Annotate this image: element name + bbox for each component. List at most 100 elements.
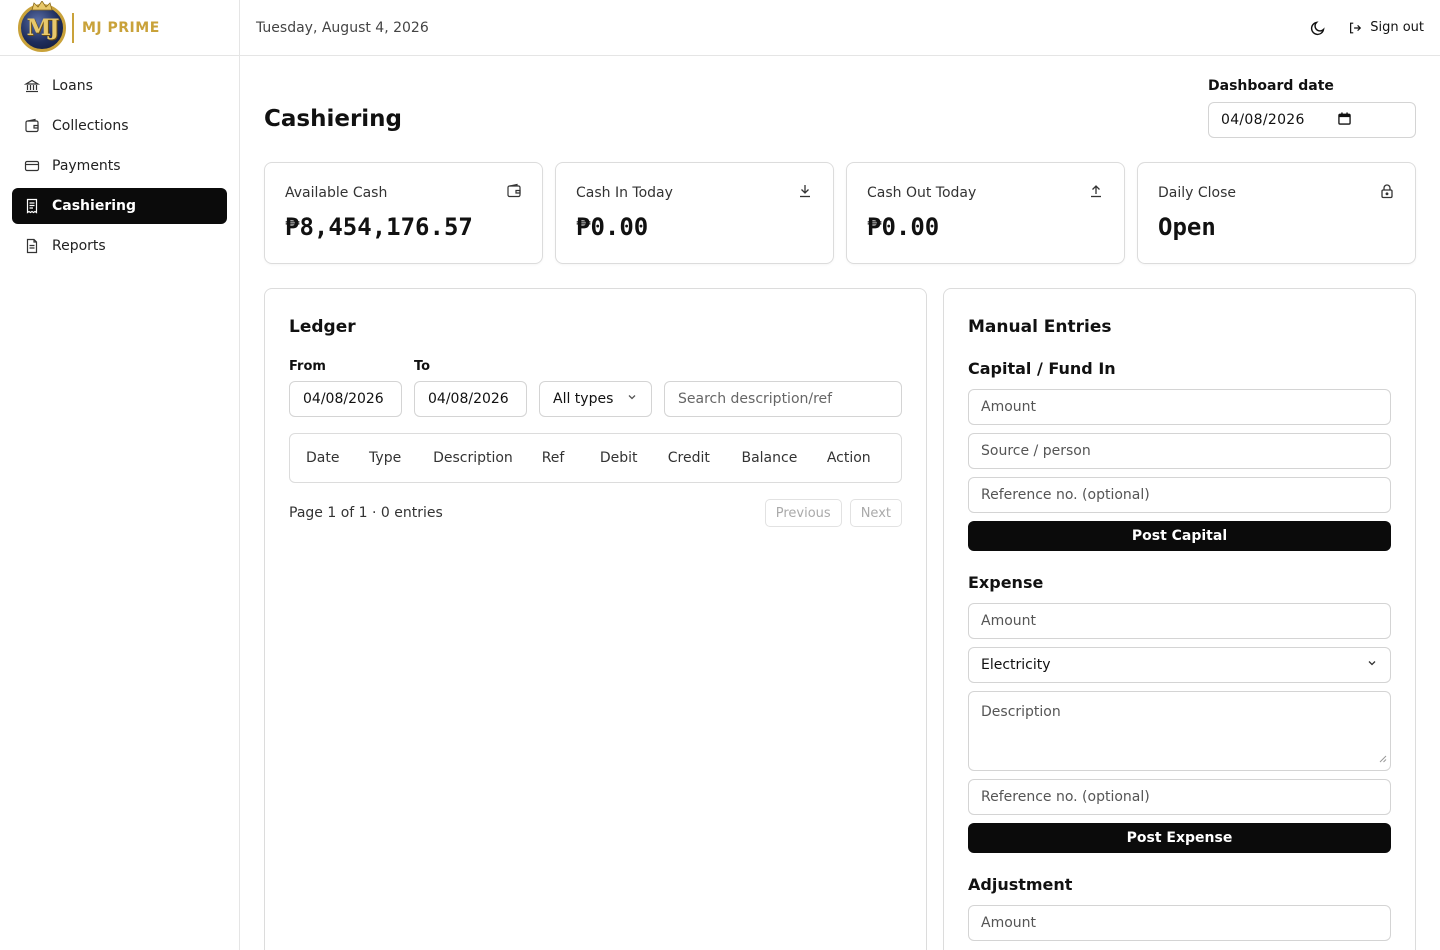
pagination-buttons: Previous Next (764, 499, 902, 527)
card-value: ₱0.00 (867, 213, 940, 241)
sidebar-item-loans[interactable]: Loans (12, 68, 227, 104)
expense-description-textarea[interactable]: Description (968, 691, 1391, 771)
expense-reference-placeholder: Reference no. (optional) (981, 789, 1150, 805)
wallet-icon (24, 118, 40, 134)
previous-button[interactable]: Previous (764, 499, 842, 527)
to-date-value: 04/08/2026 (428, 391, 509, 407)
receipt-icon (24, 198, 40, 214)
to-date-input[interactable]: 04/08/2026 (414, 381, 527, 417)
to-filter: To 04/08/2026 (414, 359, 527, 417)
sign-out-button[interactable]: Sign out (1348, 20, 1424, 35)
capital-source-input[interactable]: Source / person (968, 433, 1391, 469)
to-label: To (414, 359, 431, 374)
from-filter: From 04/08/2026 (289, 359, 402, 417)
capital-section-title: Capital / Fund In (968, 359, 1116, 378)
card-label: Daily Close (1158, 185, 1237, 201)
chevron-down-icon (1366, 657, 1378, 673)
column-header[interactable]: Debit (600, 450, 668, 466)
download-icon (797, 183, 813, 203)
sidebar-item-payments[interactable]: Payments (12, 148, 227, 184)
column-header[interactable]: Date (306, 450, 369, 466)
type-filter-value: All types (553, 391, 614, 407)
sidebar-item-label: Collections (52, 118, 129, 134)
from-date-value: 04/08/2026 (303, 391, 384, 407)
dashboard-date-value: 04/08/2026 (1221, 112, 1305, 128)
brand-logo-text: MJ (26, 14, 60, 41)
type-filter-select[interactable]: All types (539, 381, 652, 417)
upload-icon (1088, 183, 1104, 203)
expense-amount-placeholder: Amount (981, 613, 1037, 629)
page-title: Cashiering (264, 106, 403, 132)
dashboard-date-input[interactable]: 04/08/2026 (1208, 102, 1416, 138)
sidebar-item-cashiering[interactable]: Cashiering (12, 188, 227, 224)
column-header[interactable]: Description (433, 450, 542, 466)
moon-icon[interactable] (1310, 20, 1326, 36)
capital-amount-input[interactable]: Amount (968, 389, 1391, 425)
expense-category-value: Electricity (981, 657, 1051, 673)
adjustment-section-title: Adjustment (968, 875, 1073, 894)
ledger-panel: Ledger From 04/08/2026 To 04/08/2026 All… (264, 288, 927, 950)
expense-description-placeholder: Description (981, 704, 1061, 720)
sign-out-icon (1350, 22, 1362, 33)
post-expense-button[interactable]: Post Expense (968, 823, 1391, 853)
calendar-icon[interactable] (1338, 111, 1351, 129)
resize-handle-icon[interactable] (1379, 751, 1387, 767)
ledger-filters: From 04/08/2026 To 04/08/2026 All types … (289, 359, 902, 417)
expense-reference-input[interactable]: Reference no. (optional) (968, 779, 1391, 815)
ledger-table-header: Date Type Description Ref Debit Credit B… (289, 433, 902, 483)
brand-divider (72, 12, 74, 43)
ledger-pagination: Page 1 of 1 · 0 entries Previous Next (289, 499, 902, 527)
from-label: From (289, 359, 326, 374)
sidebar-item-label: Loans (52, 78, 93, 94)
header-actions: Sign out (1310, 20, 1424, 36)
file-text-icon (24, 238, 40, 254)
brand-name: MJ PRIME (82, 19, 160, 36)
ledger-search-input[interactable]: Search description/ref (664, 381, 902, 417)
credit-card-icon (24, 158, 40, 174)
sidebar-item-reports[interactable]: Reports (12, 228, 227, 264)
brand-logo: MJ (18, 0, 66, 52)
post-capital-button[interactable]: Post Capital (968, 521, 1391, 551)
column-header[interactable]: Balance (741, 450, 826, 466)
column-header[interactable]: Type (369, 450, 433, 466)
card-value: Open (1158, 213, 1216, 241)
next-button[interactable]: Next (849, 499, 902, 527)
card-available-cash: Available Cash ₱8,454,176.57 (264, 162, 543, 264)
sidebar-item-label: Payments (52, 158, 121, 174)
chevron-down-icon (626, 391, 638, 407)
stat-cards: Available Cash ₱8,454,176.57 Cash In Tod… (264, 162, 1416, 264)
top-header: Tuesday, August 4, 2026 Sign out (240, 0, 1440, 56)
bank-icon (24, 78, 40, 94)
column-header[interactable]: Credit (668, 450, 742, 466)
capital-source-placeholder: Source / person (981, 443, 1091, 459)
ledger-title: Ledger (289, 317, 356, 337)
sign-out-label: Sign out (1370, 20, 1424, 35)
column-header[interactable]: Action (827, 450, 885, 466)
expense-category-select[interactable]: Electricity (968, 647, 1391, 683)
adjustment-amount-input[interactable]: Amount (968, 905, 1391, 941)
manual-entries-title: Manual Entries (968, 317, 1112, 337)
ledger-search-placeholder: Search description/ref (678, 391, 833, 407)
card-daily-close: Daily Close Open (1137, 162, 1416, 264)
current-date: Tuesday, August 4, 2026 (256, 19, 429, 36)
sidebar: MJ MJ PRIME Loans Collections Payments C… (0, 0, 240, 950)
card-cash-out-today: Cash Out Today ₱0.00 (846, 162, 1125, 264)
capital-reference-placeholder: Reference no. (optional) (981, 487, 1150, 503)
expense-amount-input[interactable]: Amount (968, 603, 1391, 639)
pagination-text: Page 1 of 1 · 0 entries (289, 505, 443, 521)
brand[interactable]: MJ MJ PRIME (0, 0, 239, 56)
card-label: Available Cash (285, 185, 388, 201)
from-date-input[interactable]: 04/08/2026 (289, 381, 402, 417)
crown-icon (31, 0, 53, 10)
dashboard-date-label: Dashboard date (1208, 78, 1334, 94)
card-value: ₱0.00 (576, 213, 649, 241)
column-header[interactable]: Ref (542, 450, 600, 466)
wallet-icon (506, 183, 522, 203)
sidebar-item-label: Cashiering (52, 198, 137, 214)
card-cash-in-today: Cash In Today ₱0.00 (555, 162, 834, 264)
lock-icon (1379, 183, 1395, 203)
capital-reference-input[interactable]: Reference no. (optional) (968, 477, 1391, 513)
sidebar-item-collections[interactable]: Collections (12, 108, 227, 144)
capital-amount-placeholder: Amount (981, 399, 1037, 415)
sidebar-nav: Loans Collections Payments Cashiering Re… (0, 56, 239, 280)
